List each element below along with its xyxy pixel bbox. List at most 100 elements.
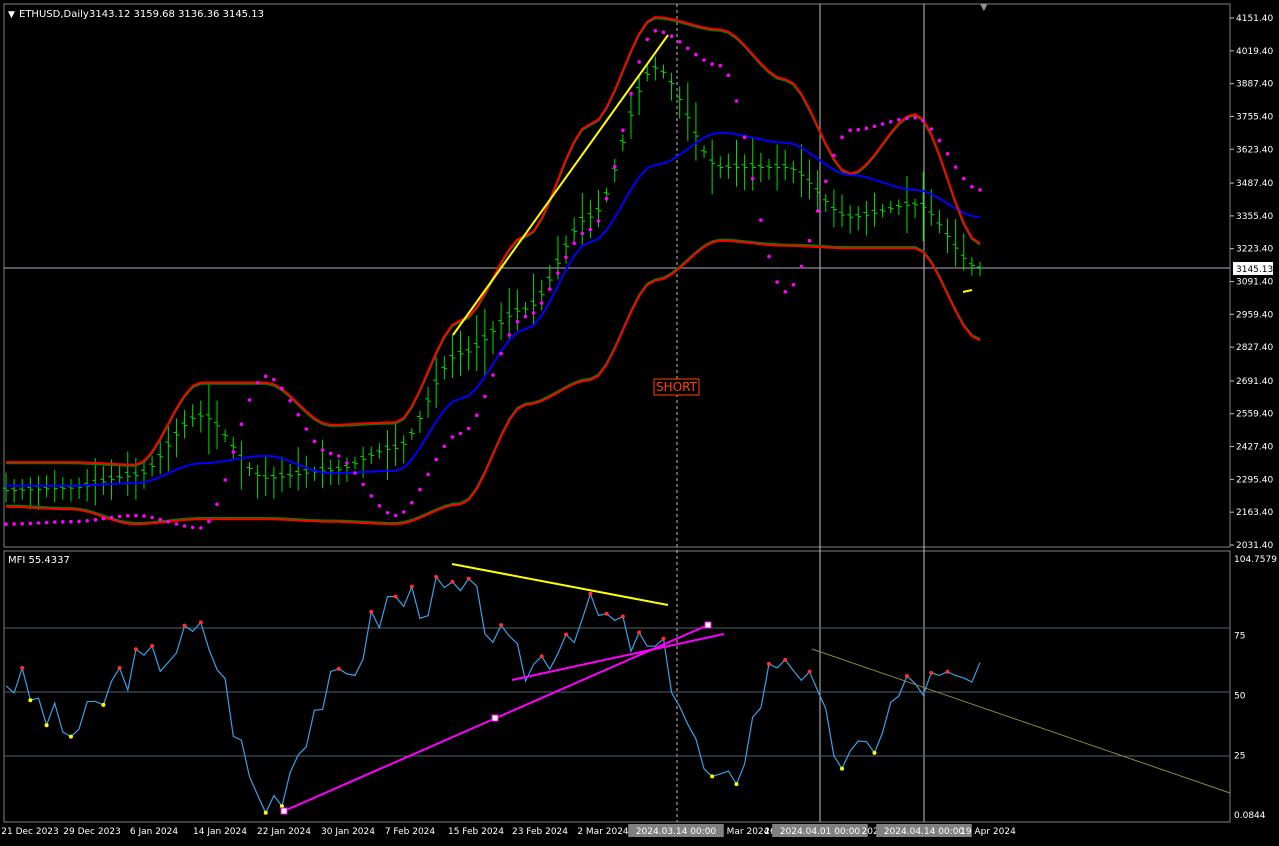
sar-dot (466, 426, 471, 431)
sar-dot (361, 482, 365, 487)
sar-dot (767, 254, 771, 259)
sar-dot (12, 522, 16, 526)
mfi-peak-dot (369, 609, 374, 614)
price-tick-label: 3755.40 (1236, 112, 1273, 122)
mfi-peak-dot (539, 654, 544, 659)
sar-dot (142, 514, 146, 518)
chart-dropdown-icon[interactable]: ▼ (8, 10, 15, 20)
sar-dot (117, 514, 122, 519)
time-tick-label: 30 Jan 2024 (321, 827, 375, 837)
mfi-peak-dot (434, 574, 439, 579)
mfi-tick-label: 25 (1234, 751, 1245, 761)
mfi-trough-dot (44, 723, 49, 728)
mfi-anchor-c[interactable] (704, 621, 712, 629)
sar-dot (710, 62, 714, 66)
sar-dot (677, 40, 682, 44)
sar-dot (434, 457, 439, 462)
sar-dot (442, 444, 447, 449)
sar-dot (686, 46, 690, 50)
time-tick-label: Mar 2024 (727, 827, 770, 837)
sar-dot (401, 510, 406, 514)
sar-dot (945, 152, 950, 156)
sar-dot (458, 431, 463, 436)
sar-dot (669, 34, 674, 38)
price-tick-label: 3223.40 (1236, 245, 1273, 255)
sar-dot (629, 91, 633, 96)
sar-dot (126, 514, 130, 518)
mfi-trough-dot (734, 782, 739, 787)
price-tick-label: 3623.40 (1236, 145, 1273, 155)
sar-dot (272, 377, 276, 382)
sar-dot (750, 176, 755, 181)
sar-dot (791, 283, 796, 287)
sar-dot (4, 522, 8, 526)
sar-dot (815, 209, 820, 213)
mfi-peak-dot (588, 591, 593, 596)
sar-dot (637, 60, 641, 64)
time-tick-label: 2024.03.14 00:00 (636, 827, 717, 837)
mfi-trough-dot (872, 750, 877, 755)
sar-dot (190, 525, 195, 530)
time-axis: 21 Dec 2023 29 Dec 2023 6 Jan 2024 14 Jan 2… (1, 824, 1016, 837)
sar-dot (921, 119, 925, 123)
sar-dot (320, 448, 325, 452)
price-axis: 4151.40 4019.40 3887.40 3755.40 3623.40 3487.… (1230, 14, 1273, 551)
sar-dot (174, 522, 179, 526)
price-tick-label: 2827.40 (1236, 343, 1273, 353)
sar-dot (61, 520, 65, 524)
sar-dot (101, 516, 106, 521)
sar-dot (507, 333, 512, 337)
sar-dot (52, 520, 57, 524)
mfi-peak-dot (150, 643, 155, 648)
short-label: SHORT (656, 380, 698, 394)
sar-dot (239, 422, 244, 427)
mfi-peak-dot (466, 576, 471, 581)
price-tick-label: 3355.40 (1236, 212, 1273, 222)
time-tick-label: 6 Jan 2024 (130, 827, 178, 837)
price-chart[interactable]: SHORT ▼ ETHUSD,Daily 3143.12 3159.68 313… (0, 0, 1279, 846)
price-tick-label: 3887.40 (1236, 80, 1273, 90)
scroll-marker-icon[interactable]: ▼ (980, 2, 988, 13)
mfi-trough-dot (28, 698, 33, 703)
mfi-axis: 104.7579 75 50 25 0.0844 (1234, 555, 1277, 821)
sar-dot (393, 513, 398, 518)
sar-dot (515, 319, 520, 324)
price-tick-label: 3091.40 (1236, 278, 1273, 288)
mfi-peak-dot (450, 579, 455, 584)
time-tick-label: 23 Feb 2024 (512, 827, 568, 837)
sar-dot (418, 487, 422, 492)
sar-dot (312, 439, 317, 444)
sar-dot (580, 231, 585, 236)
sar-dot (247, 398, 252, 402)
sar-dot (734, 99, 739, 103)
sar-dot (377, 504, 382, 508)
sar-dot (832, 153, 836, 158)
price-tick-label: 2559.40 (1236, 410, 1273, 420)
price-tick-label: 2691.40 (1236, 377, 1273, 387)
sar-dot (93, 518, 98, 522)
mfi-peak-dot (133, 647, 138, 652)
sar-dot (613, 164, 617, 169)
mfi-anchor-b[interactable] (491, 714, 499, 722)
sar-dot (970, 185, 974, 189)
sar-dot (231, 450, 236, 454)
time-tick-label: 21 Dec 2023 (1, 827, 59, 837)
mfi-peak-dot (904, 674, 909, 679)
sar-dot (85, 519, 89, 523)
time-tick-label: 22 Jan 2024 (257, 827, 311, 837)
price-tick-label: 2295.40 (1236, 475, 1273, 485)
mfi-peak-dot (661, 636, 666, 641)
sar-dot (207, 519, 211, 524)
sar-dot (807, 238, 812, 243)
sar-dot (385, 511, 390, 515)
sar-dot (621, 128, 625, 132)
sar-dot (897, 117, 901, 122)
mfi-anchor-a[interactable] (280, 807, 288, 815)
sar-dot (337, 454, 341, 458)
time-tick-label: 2024.04.01 00:00 (780, 827, 861, 837)
price-tick-label: 2959.40 (1236, 310, 1273, 320)
sar-dot (556, 271, 560, 275)
mfi-trough-dot (68, 734, 73, 739)
mfi-trough-dot (263, 810, 268, 815)
sar-dot (775, 280, 779, 284)
